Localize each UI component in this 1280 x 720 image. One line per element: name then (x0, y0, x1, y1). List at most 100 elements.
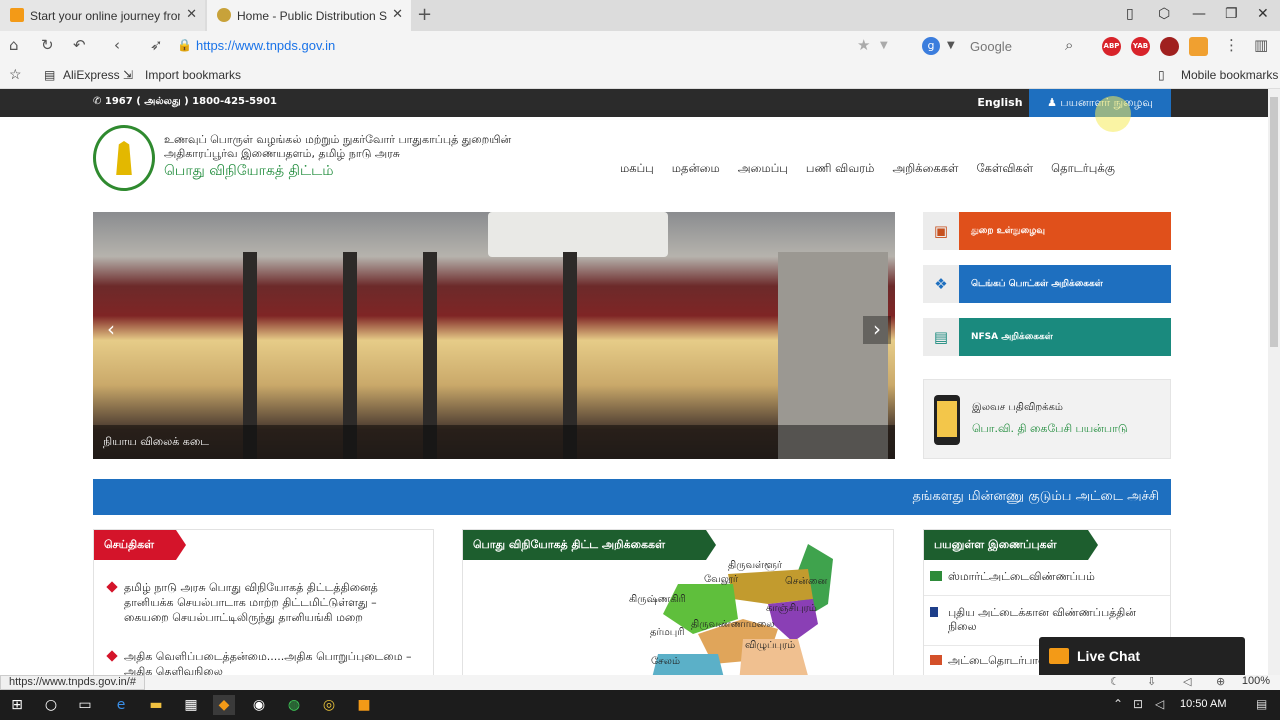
profile-extension-icon[interactable] (1189, 37, 1208, 56)
volume-icon[interactable]: ◁ (1183, 675, 1191, 688)
edge-icon[interactable]: e (110, 695, 132, 715)
chevron-down-icon[interactable]: ▼ (947, 40, 955, 51)
undo-icon[interactable]: ↶ (73, 36, 86, 54)
abp-extension-icon[interactable]: ABP (1102, 37, 1121, 56)
maximize-icon[interactable]: ❐ (1225, 6, 1238, 22)
news-item[interactable]: அதிக வெளிப்படைத்தன்மை.....அதிக பொறுப்புட… (106, 649, 418, 675)
phone-icon (934, 395, 960, 445)
page-scrollbar[interactable] (1268, 89, 1280, 675)
district-kanchipuram[interactable]: காஞ்சிபுரம் (766, 603, 817, 615)
camera-icon[interactable]: ◉ (248, 695, 270, 715)
live-chat-button[interactable]: Live Chat (1039, 637, 1245, 675)
tab-favicon-icon (10, 8, 24, 22)
sidebar-icon[interactable]: ▥ (1254, 36, 1268, 54)
bookmark-star-icon[interactable]: ☆ (9, 66, 22, 83)
boxes-icon: ❖ (923, 265, 959, 303)
link-smart-card-apply[interactable]: ஸ்மார்ட்அட்டைவிண்ணப்பம் (924, 570, 1170, 596)
ecard-print-banner[interactable]: தங்களது மின்னணு குடும்ப அட்டை அச்சி (93, 479, 1171, 515)
chevron-down-icon[interactable]: ▼ (880, 40, 888, 51)
mobile-app-box[interactable]: இலவச பதிவிறக்கம் பொ.வி. தி கைபேசி பயன்பா… (923, 379, 1171, 459)
nav-services[interactable]: பணி விவரம் (806, 161, 875, 177)
hourglass-icon (930, 607, 938, 617)
reports-map-card: பொது விநியோகத் திட்ட அறிக்கைகள் திருவள்ள… (462, 529, 894, 675)
nav-home[interactable]: மகப்பு (620, 161, 654, 177)
network-icon[interactable]: ⊡ (1133, 697, 1143, 711)
shirt-icon[interactable]: ⬡ (1158, 6, 1170, 22)
close-tab-icon[interactable]: ✕ (186, 7, 197, 22)
district-chennai[interactable]: சென்னை (785, 576, 827, 588)
night-mode-icon[interactable]: ☾ (1110, 675, 1120, 688)
url-field[interactable]: https://www.tnpds.gov.in (196, 38, 335, 53)
chrome-icon[interactable]: ◎ (318, 695, 340, 715)
nav-about[interactable]: மதன்மை (672, 161, 720, 177)
clock[interactable]: 10:50 AM (1180, 698, 1226, 710)
window-close-icon[interactable]: ✕ (1257, 6, 1269, 22)
zoom-icon[interactable]: ⊕ (1216, 675, 1225, 688)
browser-tab-bar: Start your online journey from ✕ Home - … (0, 0, 1280, 31)
download-icon[interactable]: ⇩ (1147, 675, 1156, 688)
district-tiruvallur[interactable]: திருவள்ளூர் (728, 560, 782, 572)
language-link[interactable]: English (972, 89, 1028, 117)
district-villupuram[interactable]: விழுப்புரம் (745, 640, 795, 652)
minimize-icon[interactable]: — (1192, 6, 1206, 22)
district-krishnagiri[interactable]: கிருஷ்ணகிரி (629, 594, 686, 606)
district-tiruvannamalai[interactable]: திருவண்ணாமலை (691, 619, 775, 631)
home-icon[interactable]: ⌂ (9, 36, 19, 54)
phone-icon: ✆ (93, 96, 105, 107)
bookmark-aliexpress[interactable]: AliExpress (63, 68, 120, 82)
tab-tnpds-home[interactable]: Home - Public Distribution Sy ✕ (207, 0, 411, 31)
nav-faq[interactable]: கேள்விகள் (976, 161, 1033, 177)
reload-icon[interactable]: ↻ (41, 36, 54, 54)
tab-favicon-icon (217, 8, 231, 22)
tn-emblem-logo[interactable] (93, 125, 155, 191)
speaker-icon[interactable]: ◁ (1155, 697, 1164, 711)
task-view-icon[interactable]: ▭ (74, 695, 96, 715)
quick-link-nfsa[interactable]: ▤ NFSA அறிக்கைகள் (923, 318, 1171, 356)
site-name[interactable]: பொது விநியோகத் திட்டம் (164, 163, 334, 181)
quick-link-reports[interactable]: ❖ டெங்கப் பொட்கள் அறிக்கைகள் (923, 265, 1171, 303)
page-icon: ▤ (44, 68, 56, 82)
quick-link-dept-login[interactable]: ▣ துறை உள்நுழைவு (923, 212, 1171, 250)
bookmark-import[interactable]: Import bookmarks (145, 68, 241, 82)
notifications-icon[interactable]: ▤ (1256, 697, 1267, 711)
tray-expand-icon[interactable]: ⌃ (1113, 697, 1123, 711)
rocket-icon: ➶ (150, 36, 163, 54)
search-icon[interactable]: ○ (40, 695, 62, 715)
close-tab-icon[interactable]: ✕ (392, 7, 403, 22)
reading-mode-icon[interactable]: ▯ (1126, 6, 1134, 22)
browser-taskbar-icon[interactable]: ◆ (213, 695, 235, 715)
district-salem[interactable]: சேலம் (651, 656, 680, 668)
nav-structure[interactable]: அமைப்பு (738, 161, 788, 177)
windows-start-icon[interactable]: ⊞ (6, 695, 28, 715)
tab-start-journey[interactable]: Start your online journey from ✕ (0, 0, 205, 31)
store-icon[interactable]: ▦ (180, 695, 202, 715)
back-icon[interactable]: ‹ (114, 36, 120, 54)
document-icon: ▤ (923, 318, 959, 356)
zoom-level[interactable]: 100% (1242, 675, 1270, 687)
nav-contact[interactable]: தொடர்புக்கு (1051, 161, 1115, 177)
extension-icon[interactable] (1160, 37, 1179, 56)
district-vellore[interactable]: வேலூர் (704, 574, 738, 586)
mouse-cursor-highlight (1095, 96, 1131, 132)
image-slider[interactable]: ‹ › நியாய விலைக் கடை (93, 212, 895, 459)
yab-extension-icon[interactable]: YAB (1131, 37, 1150, 56)
nav-reports[interactable]: அறிக்கைகள் (892, 161, 958, 177)
mobile-icon: ▯ (1158, 68, 1165, 82)
new-tab-icon[interactable]: + (417, 4, 432, 25)
address-bar: ⌂ ↻ ↶ ‹ ➶ 🔒 https://www.tnpds.gov.in ★ ▼… (0, 31, 1280, 61)
slider-next-icon[interactable]: › (863, 316, 891, 344)
news-item[interactable]: தமிழ் நாடு அரசு பொது விநியோகத் திட்டத்தி… (106, 580, 418, 625)
useful-links-title: பயனுள்ள இணைப்புகள் (924, 530, 1098, 560)
slider-prev-icon[interactable]: ‹ (97, 316, 125, 344)
menu-dots-icon[interactable]: ⋮ (1224, 36, 1239, 54)
search-input[interactable]: Google (970, 39, 1012, 54)
district-dharmapuri[interactable]: தர்மபுரி (650, 627, 684, 639)
whatsapp-icon[interactable]: ◍ (283, 695, 305, 715)
mobile-bookmarks[interactable]: Mobile bookmarks (1181, 68, 1278, 82)
file-explorer-icon[interactable]: ▬ (145, 695, 167, 715)
search-engine-icon[interactable]: g (922, 37, 940, 55)
recorder-icon[interactable]: ■ (353, 695, 375, 715)
search-icon[interactable]: ⌕ (1065, 36, 1073, 54)
import-icon: ⇲ (123, 68, 134, 82)
star-icon[interactable]: ★ (857, 36, 870, 54)
